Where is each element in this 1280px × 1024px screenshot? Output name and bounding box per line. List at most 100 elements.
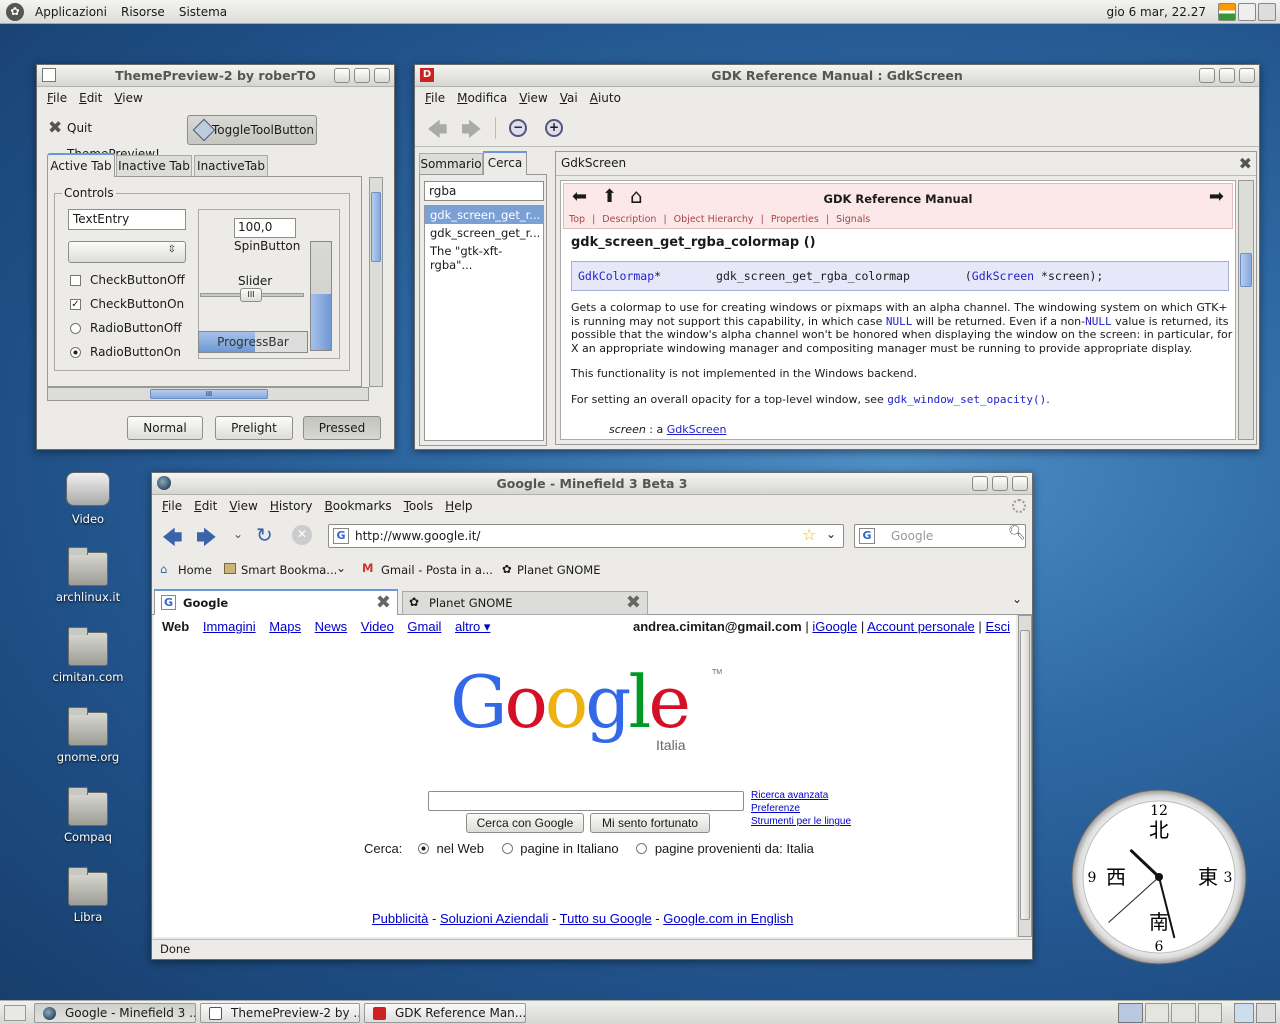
footer-link[interactable]: Tutto su Google [560, 911, 652, 926]
menu-applicazioni[interactable]: Applicazioni [28, 5, 114, 19]
gdk-titlebar[interactable]: D GDK Reference Manual : GdkScreen [415, 65, 1259, 87]
search-box[interactable]: Google [854, 524, 1026, 548]
workspace-3[interactable] [1171, 1003, 1196, 1023]
menu-view[interactable]: View [223, 499, 263, 513]
radio-off[interactable] [70, 323, 81, 334]
opacity-link[interactable]: gdk_window_set_opacity() [887, 393, 1046, 406]
bookmark-smart[interactable]: Smart Bookma... [241, 563, 337, 577]
back-icon[interactable]: 🡄 [162, 523, 183, 557]
lucky-button[interactable]: Mi sento fortunato [590, 813, 710, 833]
tab-list-icon[interactable]: ⌄ [1012, 592, 1022, 606]
workspace-2[interactable] [1144, 1003, 1169, 1023]
link-account[interactable]: Account personale [867, 619, 975, 634]
search-go-icon[interactable]: 🔍︎ [1008, 525, 1026, 541]
tab-inactive-1[interactable]: Inactive Tab [116, 155, 192, 177]
menu-bookmarks[interactable]: Bookmarks [319, 499, 398, 513]
null-link[interactable]: NULL [886, 315, 913, 328]
nav-video[interactable]: Video [361, 619, 394, 634]
search-engine-icon[interactable]: G [859, 528, 875, 544]
desktop-icon-cimitan[interactable]: cimitan.com [48, 627, 128, 684]
type-link[interactable]: GdkColormap [578, 269, 654, 283]
close-button[interactable] [374, 68, 390, 83]
menu-file[interactable]: File [156, 499, 188, 513]
close-button[interactable] [1239, 68, 1255, 83]
vertical-scrollbar[interactable] [369, 177, 383, 387]
maximize-button[interactable] [992, 476, 1008, 491]
menu-sistema[interactable]: Sistema [172, 5, 234, 19]
nav-immagini[interactable]: Immagini [203, 619, 256, 634]
vertical-scroll-thumb[interactable] [371, 192, 381, 262]
close-button[interactable] [1012, 476, 1028, 491]
result-item[interactable]: gdk_screen_get_r... [425, 206, 543, 224]
menu-help[interactable]: Help [439, 499, 478, 513]
link-preferences[interactable]: Preferenze [751, 802, 851, 815]
doc-next-icon[interactable]: ➡ [1209, 186, 1224, 207]
param-type-link[interactable]: GdkScreen [667, 423, 727, 436]
logout-icon[interactable] [1258, 3, 1276, 21]
desktop-icon-archlinux[interactable]: archlinux.it [48, 547, 128, 604]
url-dropdown-icon[interactable]: ⌄ [826, 527, 836, 541]
radio-web[interactable] [417, 843, 429, 854]
spin-button[interactable]: 100,0 [234, 218, 296, 238]
tab-planet-gnome[interactable]: ✿ Planet GNOME ✖ [402, 591, 648, 615]
menu-edit[interactable]: Edit [188, 499, 223, 513]
desktop-icon-gnome[interactable]: gnome.org [48, 707, 128, 764]
forward-icon[interactable]: 🡆 [196, 523, 217, 557]
horizontal-scroll-thumb[interactable]: III [150, 389, 268, 399]
trash-icon[interactable] [1256, 1003, 1276, 1023]
radio-on[interactable] [70, 347, 81, 358]
close-tab-icon[interactable]: ✖ [376, 592, 391, 613]
desktop-icon-video[interactable]: Video [48, 466, 128, 526]
tab-active[interactable]: Active Tab [47, 153, 115, 177]
doc-scrollbar[interactable] [1238, 180, 1254, 440]
network-icon[interactable] [1218, 3, 1236, 21]
close-tab-icon[interactable]: ✖ [626, 592, 641, 613]
tab-inactive-2[interactable]: InactiveTab [194, 155, 268, 177]
forward-icon[interactable]: 🡆 [461, 115, 482, 149]
menu-tools[interactable]: Tools [398, 499, 440, 513]
type-link[interactable]: GdkScreen [972, 269, 1034, 283]
workspace-1[interactable] [1118, 1003, 1143, 1023]
footer-link[interactable]: Google.com in English [663, 911, 793, 926]
link-description[interactable]: Description [602, 214, 656, 225]
menu-aiuto[interactable]: Aiuto [584, 91, 627, 105]
bookmark-planet-gnome[interactable]: Planet GNOME [517, 563, 600, 577]
menu-risorse[interactable]: Risorse [114, 5, 172, 19]
nav-gmail[interactable]: Gmail [407, 619, 441, 634]
task-gdk[interactable]: GDK Reference Man... [364, 1003, 526, 1023]
minimize-button[interactable] [334, 68, 350, 83]
maximize-button[interactable] [354, 68, 370, 83]
footer-link[interactable]: Pubblicità [372, 911, 428, 926]
tab-google[interactable]: G Google ✖ [154, 589, 398, 615]
clock-widget[interactable]: 12 北 6 南 9 西 3 東 [1070, 788, 1248, 966]
nav-altro[interactable]: altro ▾ [455, 619, 490, 634]
combo-box[interactable]: ⇳ [68, 241, 186, 263]
nav-maps[interactable]: Maps [269, 619, 301, 634]
show-desktop-icon[interactable] [4, 1005, 26, 1021]
link-language[interactable]: Strumenti per le lingue [751, 815, 851, 828]
menu-vai[interactable]: Vai [554, 91, 584, 105]
link-top[interactable]: Top [569, 214, 585, 225]
link-properties[interactable]: Properties [771, 214, 819, 225]
zoom-out-icon[interactable]: − [509, 119, 527, 137]
page-scrollbar[interactable] [1018, 615, 1032, 937]
reload-icon[interactable]: ↻ [256, 523, 273, 547]
footer-link[interactable]: Soluzioni Aziendali [440, 911, 548, 926]
text-entry[interactable]: TextEntry [68, 209, 186, 230]
horizontal-scrollbar[interactable]: III [47, 387, 369, 401]
checkbox-on[interactable]: ✓ [70, 299, 81, 310]
workspace-4[interactable] [1197, 1003, 1222, 1023]
url-bar[interactable]: http://www.google.it/ [328, 524, 844, 548]
prelight-button[interactable]: Prelight [215, 416, 293, 440]
radio-italia[interactable] [636, 843, 648, 854]
zoom-in-icon[interactable]: + [545, 119, 563, 137]
search-input[interactable]: rgba [424, 181, 544, 201]
menu-modifica[interactable]: Modifica [451, 91, 513, 105]
back-icon[interactable]: 🡄 [427, 115, 448, 149]
tab-sommario[interactable]: Sommario [419, 153, 483, 175]
gnome-foot-icon[interactable]: ✿ [6, 2, 24, 21]
bookmark-gmail[interactable]: Gmail - Posta in a... [381, 563, 493, 577]
quit-button[interactable]: ✖ Quit ThemePreview! [43, 115, 183, 161]
minimize-button[interactable] [1199, 68, 1215, 83]
radio-italiano[interactable] [501, 843, 513, 854]
